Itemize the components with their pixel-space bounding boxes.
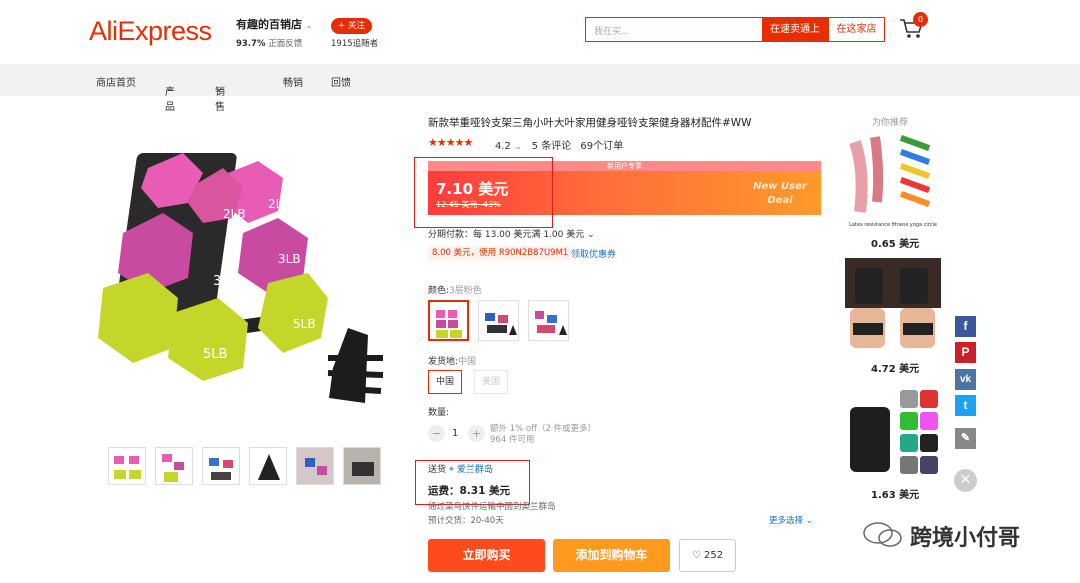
store-feedback: 93.7% 正面反馈 (236, 37, 302, 49)
svg-text:2LB: 2LB (223, 207, 246, 221)
quantity-note: 额外 1% off（2 件或更多） 964 件可用 (490, 424, 596, 446)
thumbnail[interactable] (202, 447, 240, 485)
color-label-row: 颜色:3层粉色 (428, 283, 482, 296)
nav-feedback[interactable]: 回馈 (331, 74, 351, 89)
coupon-badge: 8.00 美元，使用 R90N2B87U9M1 (428, 246, 573, 261)
get-coupon-link[interactable]: 领取优惠券 (571, 247, 616, 260)
thumbnail[interactable] (249, 447, 287, 485)
more-shipping-options[interactable]: 更多选择 ⌄ (769, 514, 813, 526)
chevron-down-icon: ⌄ (215, 83, 224, 94)
color-value: 3层粉色 (449, 286, 482, 296)
recommend-title: 为你推荐 (872, 118, 909, 128)
recommended-product-gloves[interactable] (845, 258, 941, 354)
wishlist-count: 252 (704, 550, 724, 561)
chevron-down-icon: ⌄ (587, 230, 595, 240)
store-name[interactable]: 有趣的百销店 ⌄ (236, 16, 313, 32)
rating-summary: 4.2 ⌄ 5 条评论 69个订单 (495, 137, 623, 152)
thumbnail[interactable] (155, 447, 193, 485)
installment-info[interactable]: 分期付款：每 13.00 美元满 1.00 美元 ⌄ (428, 227, 595, 240)
rec-price: 1.63 美元 (871, 490, 920, 501)
rec-caption: Latex resistance fitness yoga circle (849, 222, 937, 228)
quantity-input[interactable]: 1 (452, 428, 458, 439)
svg-text:5LB: 5LB (203, 347, 227, 362)
more-options-label: 更多选择 (769, 516, 804, 526)
quantity-label: 数量: (428, 408, 450, 418)
delivery-time: 预计交货：20-40天 (428, 516, 504, 526)
edit-icon[interactable]: ✎ (955, 428, 976, 449)
recommended-product-bands[interactable] (845, 132, 941, 232)
product-main-image[interactable]: 2LB 2LB 3LB 3LB 5LB 5LB (83, 113, 395, 423)
quantity-increase-button[interactable]: + (468, 425, 485, 442)
wechat-icon (863, 522, 902, 547)
search-input[interactable]: 我在买... (585, 17, 763, 42)
feedback-percent: 93.7% (236, 39, 266, 49)
color-swatch-pink[interactable] (428, 300, 469, 341)
installment-text: 分期付款：每 13.00 美元满 1.00 美元 (428, 230, 585, 240)
thumbnail[interactable] (343, 447, 381, 485)
feedback-label: 正面反馈 (268, 39, 303, 49)
stock-available: 964 件可用 (490, 435, 535, 445)
chevron-down-icon: ⌄ (305, 21, 313, 30)
twitter-icon[interactable]: t (955, 395, 976, 416)
followers-count: 1915追随者 (331, 39, 379, 49)
chevron-down-icon: ⌄ (514, 141, 523, 152)
nav-store-home[interactable]: 商店首页 (96, 74, 136, 89)
close-icon[interactable]: ✕ (954, 469, 977, 492)
thumbnail[interactable] (296, 447, 334, 485)
shipping-method: 通过菜鸟快件运输中国到奥兰群岛 (428, 502, 556, 512)
svg-text:2LB: 2LB (268, 197, 291, 211)
quantity-decrease-button[interactable]: − (428, 425, 445, 442)
rec-price: 0.65 美元 (871, 239, 920, 250)
deal-line-2: Deal (767, 195, 793, 206)
highlight-box-shipping (415, 460, 530, 505)
star-rating-icon: ★★★★★ (428, 136, 473, 149)
chevron-down-icon: ⌄ (805, 516, 813, 526)
color-label: 颜色: (428, 286, 450, 296)
search-store-button[interactable]: 在这家店 (828, 17, 885, 42)
watermark-text: 跨境小付哥 (910, 526, 1021, 551)
facebook-icon[interactable]: f (955, 316, 976, 337)
svg-text:3LB: 3LB (213, 274, 237, 289)
chevron-down-icon: ⌄ (165, 83, 174, 94)
wishlist-button[interactable]: ♡ 252 (679, 539, 736, 572)
order-count: 69个订单 (580, 141, 624, 152)
ship-from-option-china[interactable]: 中国 (428, 370, 463, 394)
ship-from-value: 中国 (458, 357, 477, 367)
product-title: 新款举重哑铃支架三角小叶大叶家用健身哑铃支架健身器材配件#WW (428, 117, 752, 129)
thumbnail[interactable] (108, 447, 146, 485)
highlight-box-price (414, 157, 553, 228)
heart-icon: ♡ (691, 550, 701, 561)
ship-from-option-us[interactable]: 美国 (474, 370, 509, 394)
pinterest-icon[interactable]: P (955, 342, 976, 363)
ship-from-label: 发货地: (428, 357, 459, 367)
rating-value: 4.2 (495, 141, 511, 152)
follow-button[interactable]: + 关注 (331, 18, 372, 34)
nav-bestsellers[interactable]: 畅销 (283, 74, 303, 89)
color-swatch-mixed[interactable] (528, 300, 569, 341)
aliexpress-logo[interactable]: AliExpress (89, 16, 212, 47)
new-user-deal-badge: New User Deal (745, 180, 815, 208)
store-name-text: 有趣的百销店 (236, 18, 302, 31)
add-to-cart-button[interactable]: 添加到购物车 (553, 539, 670, 572)
vk-icon[interactable]: vk (955, 369, 976, 390)
store-nav: 商店首页 产品 ⌄ 销售物品 ⌄ 畅销 回馈 (0, 64, 1080, 143)
buy-now-button[interactable]: 立即购买 (428, 539, 545, 572)
deal-line-1: New User (753, 181, 807, 192)
svg-text:3LB: 3LB (278, 252, 301, 266)
svg-text:5LB: 5LB (293, 317, 316, 331)
recommended-product-fitness-gloves[interactable] (845, 382, 941, 482)
rec-price: 4.72 美元 (871, 364, 920, 375)
review-count[interactable]: 5 条评论 (532, 141, 572, 152)
search-site-button[interactable]: 在速卖通上 (762, 17, 828, 42)
cart-count-badge: 0 (913, 12, 928, 27)
color-swatch-blue[interactable] (478, 300, 519, 341)
ship-from-label-row: 发货地:中国 (428, 354, 476, 367)
bulk-discount-note: 额外 1% off（2 件或更多） (490, 424, 597, 434)
